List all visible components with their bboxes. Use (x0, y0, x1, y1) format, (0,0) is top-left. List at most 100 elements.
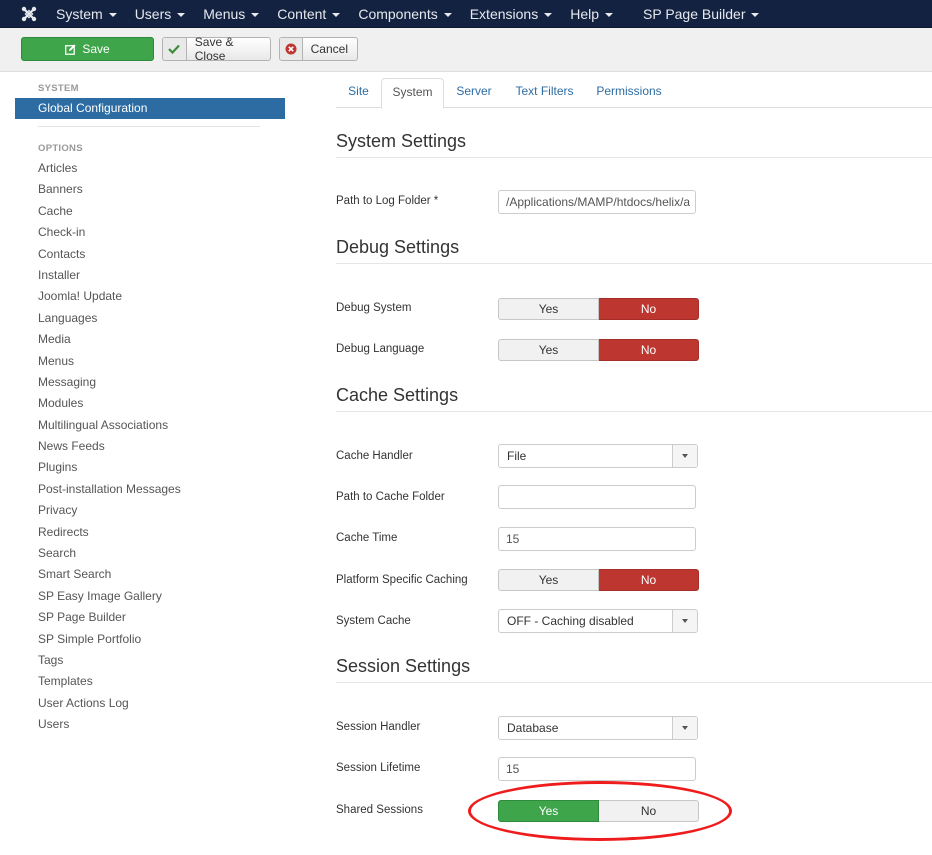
cache-time-input[interactable]: 15 (498, 527, 696, 551)
sidebar-item[interactable]: Joomla! Update (38, 289, 181, 310)
sidebar-item[interactable]: Cache (38, 204, 181, 225)
menu-help[interactable]: Help (561, 6, 622, 22)
tab-system[interactable]: System (381, 78, 444, 109)
section-divider (336, 682, 932, 683)
log-path-label: Path to Log Folder * (336, 195, 439, 207)
sidebar-item[interactable]: Search (38, 546, 181, 567)
platform-caching-label: Platform Specific Caching (336, 574, 468, 586)
caret-down-icon (332, 12, 341, 17)
cache-path-input[interactable] (498, 485, 696, 509)
caret-down-icon (177, 12, 186, 17)
platform-caching-no[interactable]: No (599, 569, 699, 591)
save-label: Save (82, 42, 110, 56)
sidebar-item[interactable]: Users (38, 717, 181, 738)
sidebar-item[interactable]: Smart Search (38, 567, 181, 588)
menu-users[interactable]: Users (126, 6, 195, 22)
section-title-session: Session Settings (336, 656, 471, 676)
joomla-logo-icon[interactable] (19, 4, 39, 24)
caret-down-icon (108, 12, 117, 17)
tab-server[interactable]: Server (444, 78, 504, 108)
save-close-button[interactable]: Save & Close (162, 35, 271, 63)
menu-extensions[interactable]: Extensions (461, 6, 561, 22)
shared-sessions-no[interactable]: No (599, 800, 699, 822)
sidebar-options-list: Articles Banners Cache Check-in Contacts… (38, 161, 181, 739)
edit-icon (65, 44, 76, 55)
sidebar-item[interactable]: Menus (38, 354, 181, 375)
sidebar-divider (38, 126, 260, 127)
menu-menus[interactable]: Menus (194, 6, 268, 22)
sidebar-item[interactable]: SP Easy Image Gallery (38, 589, 181, 610)
shared-sessions-toggle: Yes No (498, 800, 699, 822)
session-lifetime-input[interactable]: 15 (498, 757, 696, 781)
menu-content[interactable]: Content (268, 6, 349, 22)
sidebar-item[interactable]: Installer (38, 268, 181, 289)
menu-components[interactable]: Components (349, 6, 460, 22)
tab-text-filters[interactable]: Text Filters (504, 78, 585, 108)
menu-label: System (56, 5, 103, 22)
debug-language-no[interactable]: No (599, 339, 699, 361)
section-divider (336, 411, 932, 412)
save-close-label: Save & Close (194, 35, 234, 63)
sidebar-item[interactable]: Languages (38, 311, 181, 332)
tab-permissions[interactable]: Permissions (585, 78, 673, 108)
sidebar-item[interactable]: Multilingual Associations (38, 418, 181, 439)
save-button[interactable]: Save (21, 37, 154, 61)
caret-down-icon (251, 12, 260, 17)
platform-caching-yes[interactable]: Yes (498, 569, 599, 591)
sidebar-item[interactable]: SP Simple Portfolio (38, 632, 181, 653)
sidebar-item[interactable]: Redirects (38, 525, 181, 546)
cache-handler-select[interactable]: File (498, 444, 698, 468)
section-divider (336, 263, 932, 264)
sidebar-item[interactable]: Contacts (38, 247, 181, 268)
sidebar-item[interactable]: Messaging (38, 375, 181, 396)
platform-caching-toggle: Yes No (498, 569, 699, 591)
debug-system-toggle: Yes No (498, 298, 699, 320)
sidebar-item[interactable]: Modules (38, 396, 181, 417)
caret-down-icon (682, 726, 688, 730)
debug-language-yes[interactable]: Yes (498, 339, 599, 361)
cancel-circle-icon (280, 38, 303, 60)
menu-system[interactable]: System (47, 6, 126, 22)
section-title-cache: Cache Settings (336, 385, 459, 405)
session-handler-select[interactable]: Database (498, 716, 698, 740)
tab-site[interactable]: Site (336, 78, 381, 108)
caret-down-icon (605, 12, 613, 17)
shared-sessions-label: Shared Sessions (336, 804, 423, 816)
debug-system-no[interactable]: No (599, 298, 699, 320)
system-cache-select[interactable]: OFF - Caching disabled (498, 609, 698, 633)
shared-sessions-yes[interactable]: Yes (498, 800, 599, 822)
sidebar-item[interactable]: Check-in (38, 225, 181, 246)
section-title-debug: Debug Settings (336, 237, 460, 257)
sidebar-item[interactable]: Tags (38, 653, 181, 674)
config-tabs: Site System Server Text Filters Permissi… (336, 78, 932, 109)
session-lifetime-label: Session Lifetime (336, 762, 421, 774)
sidebar-item[interactable]: Plugins (38, 460, 181, 481)
system-cache-label: System Cache (336, 615, 411, 627)
sidebar-item[interactable]: User Actions Log (38, 696, 181, 717)
sidebar-item[interactable]: Banners (38, 182, 181, 203)
sidebar-item[interactable]: Post-installation Messages (38, 482, 181, 503)
menu-label: Users (134, 5, 172, 22)
top-navbar: System Users Menus Content Components Ex… (0, 0, 932, 28)
sidebar-item[interactable]: Media (38, 332, 181, 353)
caret-down-icon (682, 454, 688, 458)
sidebar-item[interactable]: News Feeds (38, 439, 181, 460)
cancel-button[interactable]: Cancel (279, 37, 358, 61)
menu-sp-page-builder[interactable]: SP Page Builder (634, 6, 768, 22)
caret-down-icon (751, 12, 760, 17)
sidebar-item[interactable]: Privacy (38, 503, 181, 524)
sidebar-item[interactable]: Templates (38, 674, 181, 695)
sidebar-item[interactable]: SP Page Builder (38, 610, 181, 631)
sidebar-item[interactable]: Articles (38, 161, 181, 182)
menu-label: Menus (203, 5, 246, 22)
section-title-system: System Settings (336, 131, 467, 151)
cache-path-label: Path to Cache Folder (336, 491, 445, 503)
sidebar-item-global-configuration[interactable]: Global Configuration (15, 98, 285, 119)
debug-system-yes[interactable]: Yes (498, 298, 599, 320)
debug-system-label: Debug System (336, 302, 412, 314)
dropdown-arrow (672, 717, 697, 739)
caret-down-icon (544, 12, 553, 17)
log-path-input[interactable]: /Applications/MAMP/htdocs/helix/a (498, 190, 696, 214)
session-handler-value: Database (507, 721, 559, 735)
caret-down-icon (443, 12, 452, 17)
